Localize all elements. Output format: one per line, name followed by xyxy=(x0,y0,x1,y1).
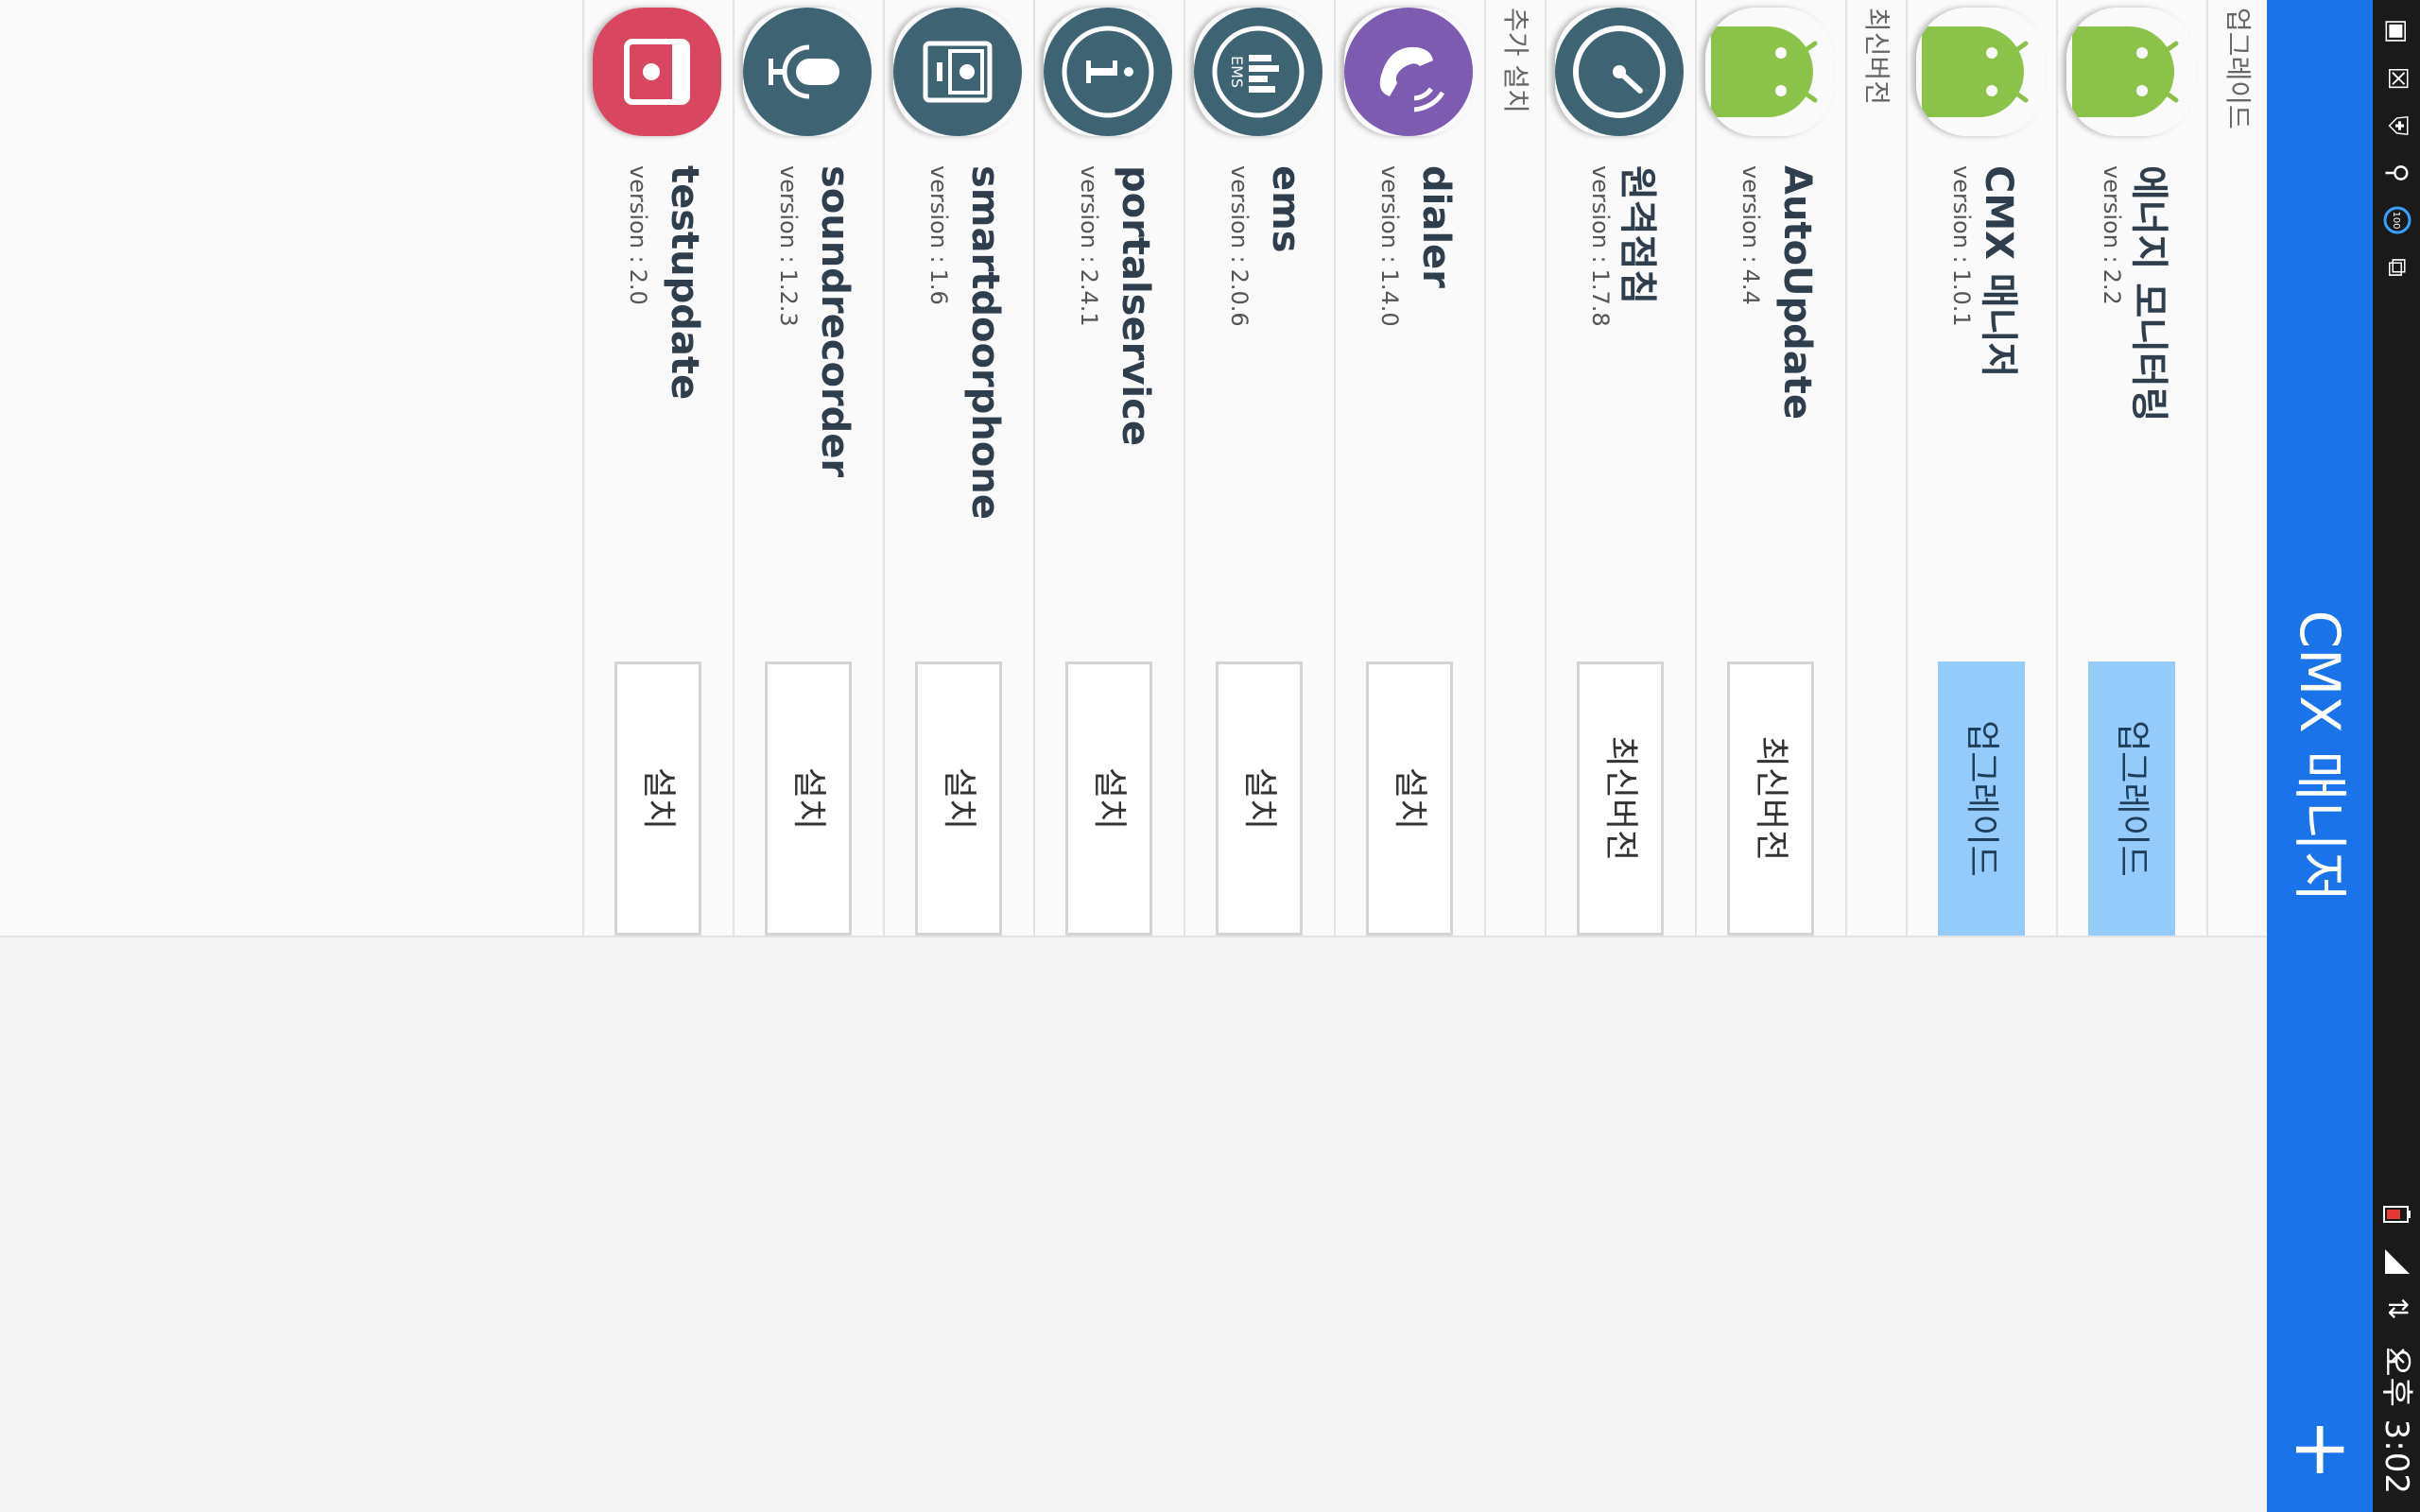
latest-version-button[interactable]: 최신버전 xyxy=(1727,662,1814,936)
version-label: version : xyxy=(1226,165,1253,264)
list-item: 에너지 모니터링 version : 2.2 업그레이드 xyxy=(2056,0,2206,936)
battery-badge-icon: 100 xyxy=(2382,206,2412,234)
list-item: soundrecorder version : 1.2.3 설치 xyxy=(733,0,883,936)
version-label: version : xyxy=(925,165,952,264)
version-number: 1.2.3 xyxy=(775,268,802,327)
upgrade-button[interactable]: 업그레이드 xyxy=(2088,662,2175,936)
info-icon xyxy=(1044,8,1172,136)
version-number: 4.4 xyxy=(1737,268,1764,305)
install-button[interactable]: 설치 xyxy=(915,662,1002,936)
app-name: testupdate xyxy=(663,165,706,401)
list-item: CMX 매니저 version : 1.0.1 업그레이드 xyxy=(1906,0,2056,936)
version-number: 1.7.8 xyxy=(1587,268,1614,327)
app-list: 업그레이드 에너지 모니터링 version : 2.2 업그레이드 CMX 매니… xyxy=(0,0,2267,937)
status-bar-system-icons: ⇅ ⨯ xyxy=(2382,1200,2413,1370)
android-icon xyxy=(1916,8,2045,136)
signal-icon xyxy=(2382,1247,2412,1276)
install-button[interactable]: 설치 xyxy=(1216,662,1303,936)
app-version: version : 1.0.1 xyxy=(1948,165,1975,327)
version-label: version : xyxy=(1076,165,1102,264)
app-version: version : 2.0.6 xyxy=(1226,165,1253,327)
ems-icon: EMS xyxy=(1194,8,1322,136)
version-label: version : xyxy=(775,165,802,264)
version-number: 2.0 xyxy=(625,268,651,305)
android-icon xyxy=(2066,8,2195,136)
version-number: 2.0.6 xyxy=(1226,268,1253,327)
app-title: CMX 매니저 xyxy=(2288,610,2352,902)
battery-icon xyxy=(2382,1200,2412,1228)
version-number: 1.6 xyxy=(925,268,952,305)
app-bar: CMX 매니저 + xyxy=(2267,0,2373,1512)
doorphone-icon xyxy=(893,8,1022,136)
list-item: AutoUpdate version : 4.4 최신버전 xyxy=(1695,0,1845,936)
app-name: dialer xyxy=(1414,165,1458,288)
version-number: 1.0.1 xyxy=(1948,268,1975,327)
gauge-icon xyxy=(1555,8,1684,136)
section-header-latest: 최신버전 xyxy=(1845,0,1906,936)
install-button[interactable]: 설치 xyxy=(614,662,701,936)
app-version: version : 2.0 xyxy=(625,165,651,305)
app-version: version : 2.4.1 xyxy=(1076,165,1102,327)
install-button[interactable]: 설치 xyxy=(1065,662,1152,936)
app-version: version : 1.2.3 xyxy=(775,165,802,327)
app-name: soundrecorder xyxy=(813,165,856,478)
version-number: 2.2 xyxy=(2099,268,2125,305)
gallery-notification-icon: ▣ xyxy=(2382,18,2413,44)
app-version: version : 1.6 xyxy=(925,165,952,305)
list-item: 원격점침 version : 1.7.8 최신버전 xyxy=(1545,0,1695,936)
app-name: smartdoorphone xyxy=(963,165,1007,520)
blocked-notification-icon: ☒ xyxy=(2382,66,2413,91)
app-name: portalservice xyxy=(1114,165,1157,446)
android-icon xyxy=(1705,8,1834,136)
list-item: smartdoorphone version : 1.6 설치 xyxy=(883,0,1033,936)
list-item: testupdate version : 2.0 설치 xyxy=(582,0,733,936)
version-label: version : xyxy=(1948,165,1975,264)
ems-icon-label: EMS xyxy=(1228,56,1246,88)
app-version: version : 4.4 xyxy=(1737,165,1764,305)
add-icon[interactable]: + xyxy=(2278,1414,2366,1486)
clock: 오후 3:02 xyxy=(2377,1347,2415,1495)
version-number: 2.4.1 xyxy=(1076,268,1102,327)
install-button[interactable]: 설치 xyxy=(765,662,852,936)
status-bar-notification-icons: ▣ ☒ ⛨ ⚲ 100 ⧉ xyxy=(2382,17,2413,282)
upgrade-button[interactable]: 업그레이드 xyxy=(1938,662,2025,936)
vpn-notification-icon: ⛨ xyxy=(2382,115,2413,136)
app-name: AutoUpdate xyxy=(1775,165,1819,421)
version-label: version : xyxy=(1376,165,1403,264)
list-item: portalservice version : 2.4.1 설치 xyxy=(1033,0,1184,936)
battery-badge-text: 100 xyxy=(2391,211,2401,229)
app-version: version : 1.4.0 xyxy=(1376,165,1403,327)
app-version: version : 1.7.8 xyxy=(1587,165,1614,327)
package-icon xyxy=(593,8,721,136)
section-header-upgrade: 업그레이드 xyxy=(2206,0,2267,936)
screenshot-notification-icon: ⧉ xyxy=(2382,258,2413,277)
latest-version-button[interactable]: 최신버전 xyxy=(1577,662,1664,936)
device-screen: ▣ ☒ ⛨ ⚲ 100 ⧉ ⇅ ⨯ 오후 3:02 CMX 매니저 + 업그레이… xyxy=(0,0,2420,1512)
content-area: 업그레이드 에너지 모니터링 version : 2.2 업그레이드 CMX 매니… xyxy=(0,0,2267,1512)
microphone-icon xyxy=(743,8,872,136)
version-label: version : xyxy=(1587,165,1614,264)
version-number: 1.4.0 xyxy=(1376,268,1403,327)
section-header-install: 추가 설치 xyxy=(1484,0,1545,936)
phone-icon xyxy=(1344,8,1473,136)
list-item: EMS ems version : 2.0.6 설치 xyxy=(1184,0,1334,936)
version-label: version : xyxy=(625,165,651,264)
wifi-icon: ⇅ xyxy=(2382,1297,2413,1320)
app-name: CMX 매니저 xyxy=(1977,165,2020,378)
version-label: version : xyxy=(2099,165,2125,264)
app-name: 원격점침 xyxy=(1616,165,1659,305)
status-bar: ▣ ☒ ⛨ ⚲ 100 ⧉ ⇅ ⨯ 오후 3:02 xyxy=(2373,0,2420,1512)
app-name: 에너지 모니터링 xyxy=(2127,165,2170,422)
app-name: ems xyxy=(1264,165,1307,253)
list-item: dialer version : 1.4.0 설치 xyxy=(1334,0,1484,936)
app-version: version : 2.2 xyxy=(2099,165,2125,305)
usb-icon: ⚲ xyxy=(2382,163,2413,183)
version-label: version : xyxy=(1737,165,1764,264)
install-button[interactable]: 설치 xyxy=(1366,662,1453,936)
